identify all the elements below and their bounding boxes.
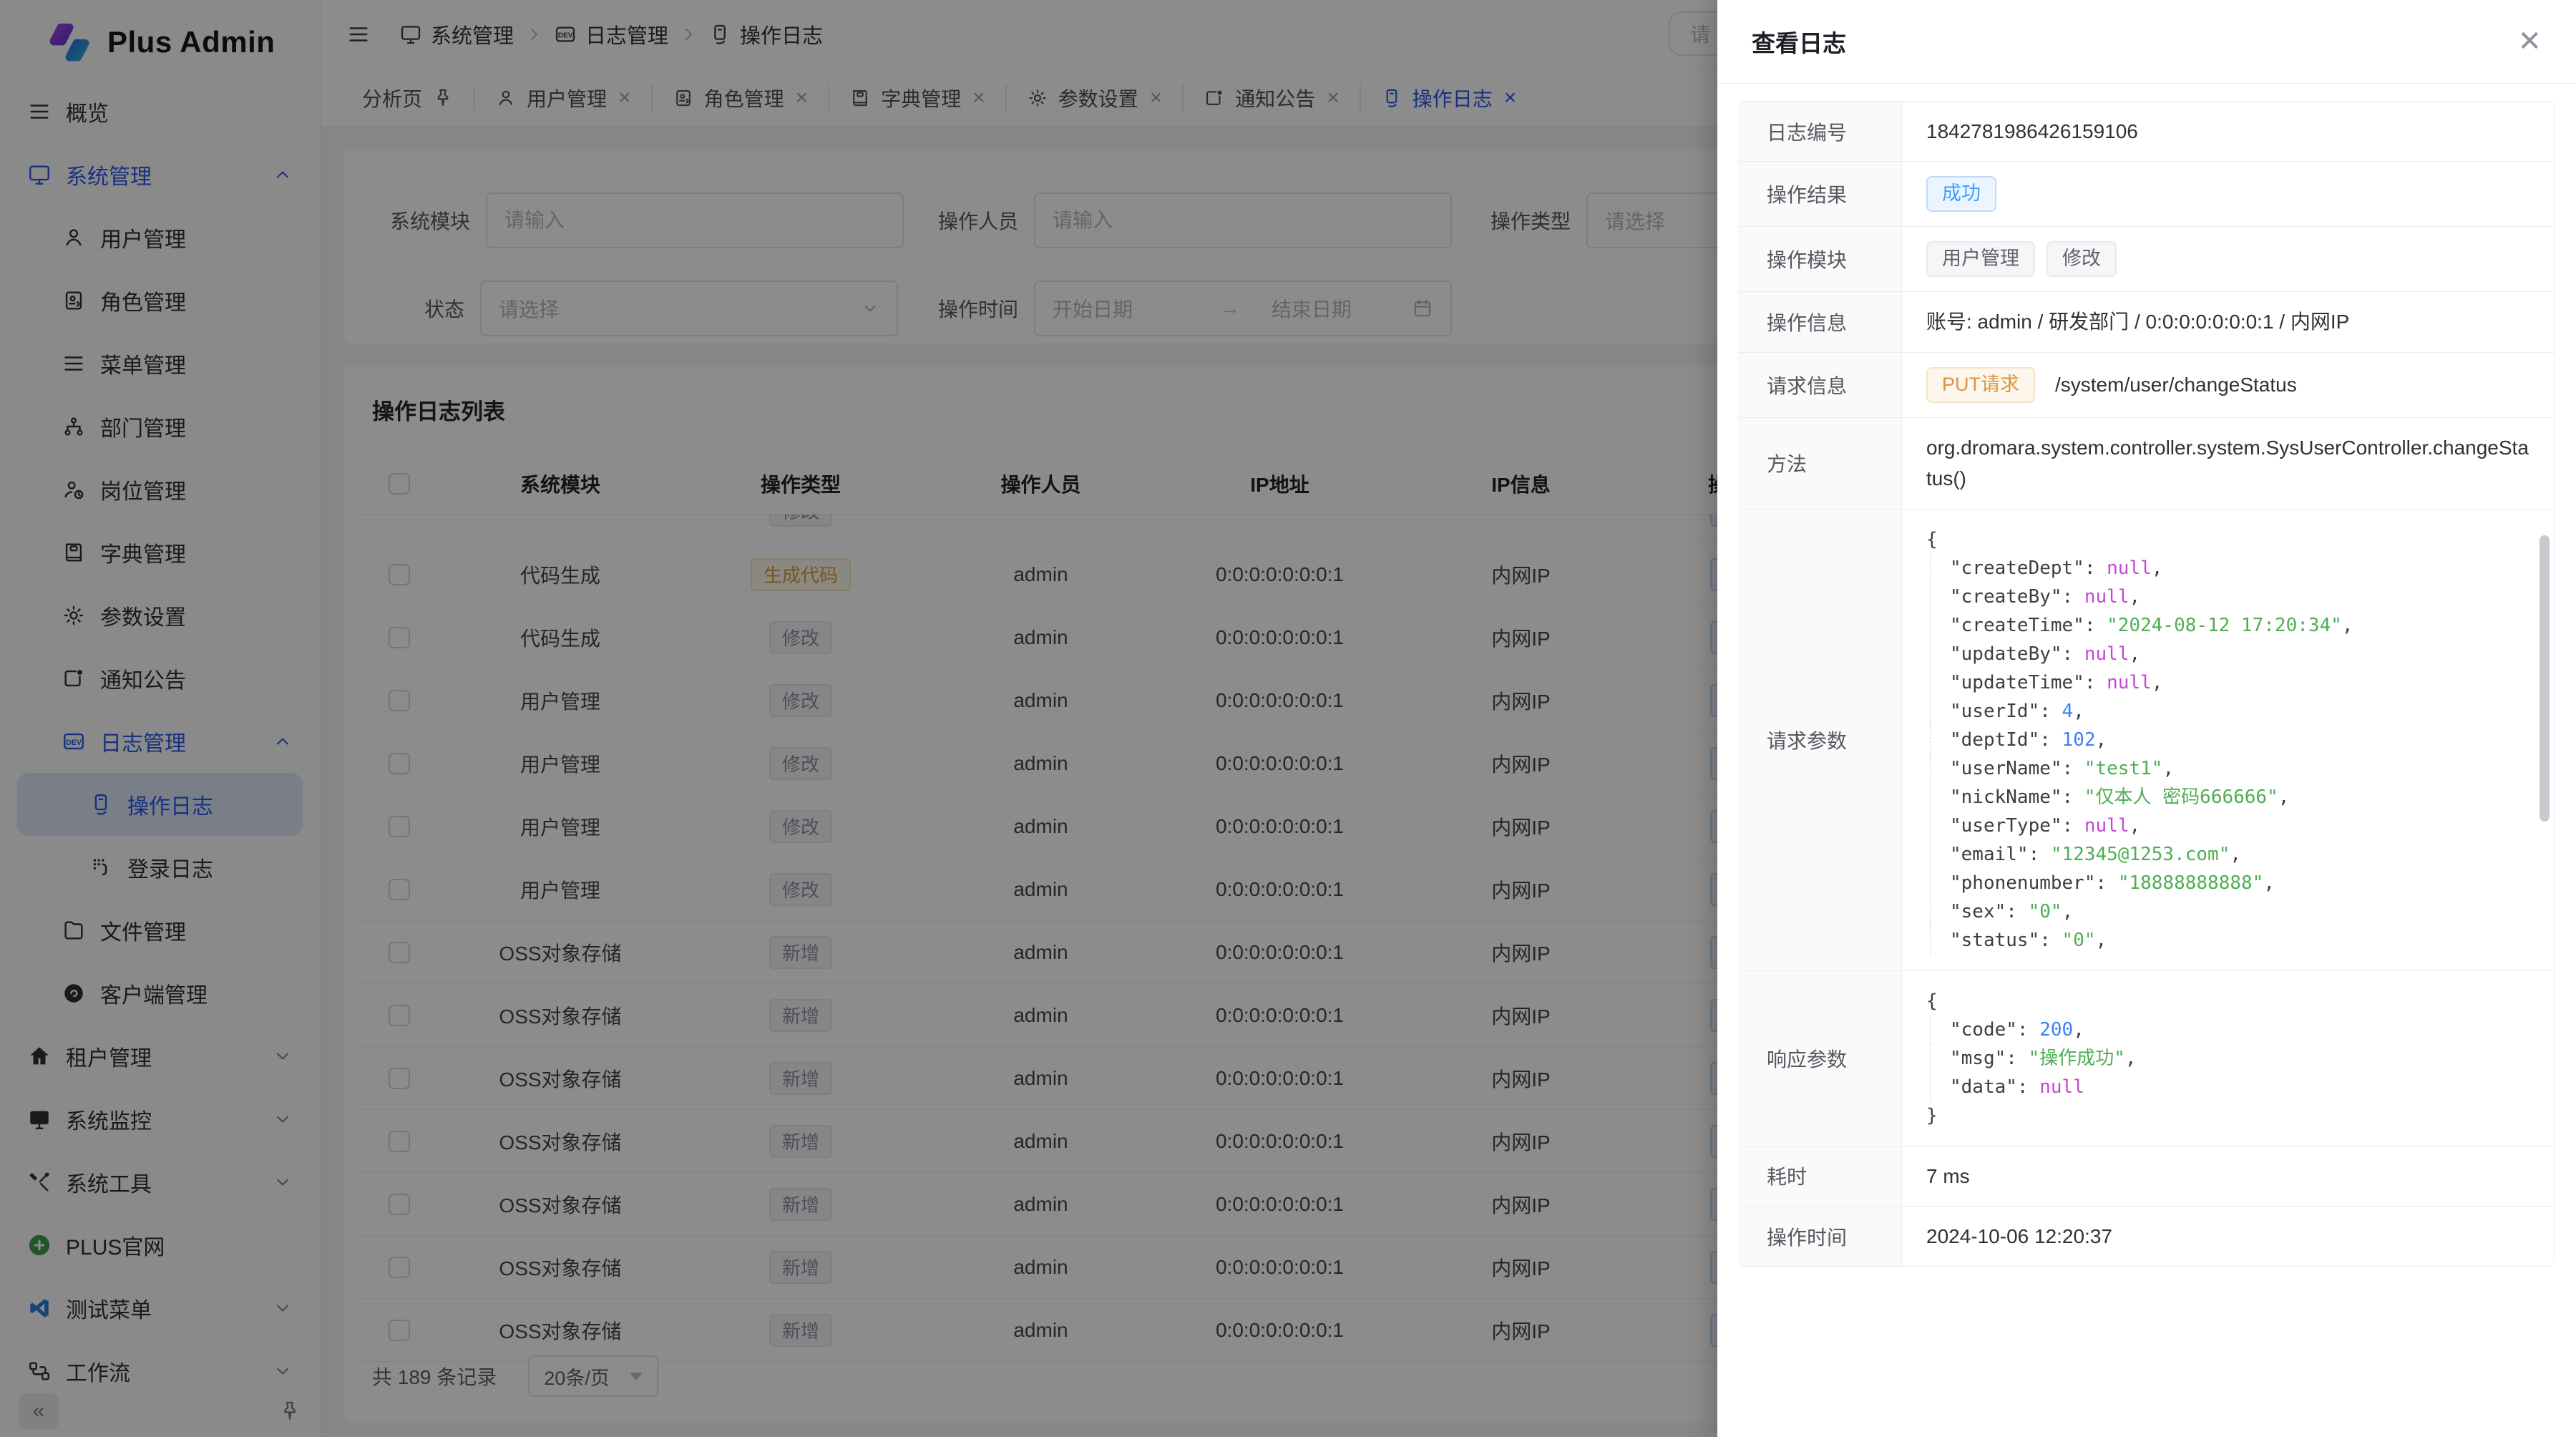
drawer-body: 日志编号1842781986426159106操作结果成功操作模块用户管理修改操… (1717, 84, 2576, 1267)
code-line: { (1926, 987, 2529, 1015)
code-line: "nickName": "仅本人 密码666666", (1930, 783, 2529, 812)
code-line: "updateBy": null, (1930, 640, 2529, 668)
detail-row-操作结果: 操作结果成功 (1740, 161, 2554, 226)
drawer-title: 查看日志 (1752, 24, 1846, 59)
json-code-block: {"createDept": null,"createBy": null,"cr… (1926, 525, 2529, 955)
code-line: "email": "12345@1253.com", (1930, 840, 2529, 869)
code-line: "phonenumber": "18888888888", (1930, 869, 2529, 897)
detail-label: 响应参数 (1740, 971, 1902, 1146)
detail-row-请求信息: 请求信息PUT请求/system/user/changeStatus (1740, 352, 2554, 417)
code-line: "createBy": null, (1930, 583, 2529, 611)
detail-label: 日志编号 (1740, 102, 1902, 161)
code-line: } (1926, 1101, 2529, 1130)
app-root: Plus Admin 概览系统管理用户管理角色管理菜单管理部门管理岗位管理字典管… (0, 0, 2576, 1437)
close-icon[interactable]: ✕ (2517, 27, 2542, 56)
code-line: "createDept": null, (1930, 554, 2529, 583)
request-url: /system/user/changeStatus (2055, 369, 2297, 400)
code-line: "status": "0", (1930, 926, 2529, 955)
detail-text: 账号: admin / 研发部门 / 0:0:0:0:0:0:0:1 / 内网I… (1926, 306, 2349, 337)
modal-overlay[interactable] (0, 0, 1717, 1437)
code-line: "updateTime": null, (1930, 668, 2529, 697)
detail-label: 耗时 (1740, 1146, 1902, 1206)
detail-value: 2024-10-06 12:20:37 (1902, 1207, 2554, 1266)
module-tag: 用户管理 (1926, 241, 2035, 277)
code-line: "userName": "test1", (1930, 754, 2529, 783)
detail-text: org.dromara.system.controller.system.Sys… (1926, 432, 2529, 495)
detail-row-日志编号: 日志编号 1842781986426159106 (1740, 102, 2554, 161)
code-line: "deptId": 102, (1930, 726, 2529, 754)
code-line: "userType": null, (1930, 812, 2529, 840)
detail-value: org.dromara.system.controller.system.Sys… (1902, 418, 2554, 509)
detail-label: 操作信息 (1740, 292, 1902, 351)
code-line: { (1926, 525, 2529, 554)
detail-row-请求参数: 请求参数{"createDept": null,"createBy": null… (1740, 509, 2554, 970)
detail-value: {"code": 200,"msg": "操作成功","data": null} (1902, 971, 2554, 1146)
detail-label: 操作结果 (1740, 162, 1902, 226)
detail-row-操作信息: 操作信息账号: admin / 研发部门 / 0:0:0:0:0:0:0:1 /… (1740, 291, 2554, 351)
log-detail-drawer: 查看日志 ✕ 日志编号1842781986426159106操作结果成功操作模块… (1717, 0, 2576, 1437)
detail-label: 操作时间 (1740, 1207, 1902, 1266)
json-code-block: {"code": 200,"msg": "操作成功","data": null} (1926, 987, 2529, 1130)
detail-label: 请求信息 (1740, 353, 1902, 417)
detail-label: 请求参数 (1740, 510, 1902, 970)
detail-text: 2024-10-06 12:20:37 (1926, 1221, 2112, 1252)
detail-row-操作时间: 操作时间 2024-10-06 12:20:37 (1740, 1206, 2554, 1266)
status-tag: 成功 (1926, 176, 1996, 212)
detail-value: PUT请求/system/user/changeStatus (1902, 353, 2554, 417)
detail-value: {"createDept": null,"createBy": null,"cr… (1902, 510, 2554, 970)
detail-row-方法: 方法 org.dromara.system.controller.system.S… (1740, 417, 2554, 509)
request-method-tag: PUT请求 (1926, 367, 2035, 403)
code-line: "createTime": "2024-08-12 17:20:34", (1930, 611, 2529, 640)
detail-value: 7 ms (1902, 1146, 2554, 1206)
drawer-header: 查看日志 ✕ (1717, 0, 2576, 84)
detail-value: 账号: admin / 研发部门 / 0:0:0:0:0:0:0:1 / 内网I… (1902, 292, 2554, 351)
detail-text: 7 ms (1926, 1161, 1970, 1192)
scrollbar-thumb[interactable] (2540, 535, 2550, 822)
module-tag: 修改 (2046, 241, 2117, 277)
tag-group: 用户管理修改 (1926, 241, 2117, 277)
detail-value: 成功 (1902, 162, 2554, 226)
detail-label: 操作模块 (1740, 227, 1902, 291)
code-line: "code": 200, (1930, 1015, 2529, 1044)
code-line: "userId": 4, (1930, 697, 2529, 726)
detail-value: 用户管理修改 (1902, 227, 2554, 291)
code-line: "sex": "0", (1930, 897, 2529, 926)
detail-value: 1842781986426159106 (1902, 102, 2554, 161)
detail-label: 方法 (1740, 418, 1902, 509)
code-line: "data": null (1930, 1073, 2529, 1101)
detail-text: 1842781986426159106 (1926, 116, 2138, 147)
detail-row-耗时: 耗时 7 ms (1740, 1146, 2554, 1206)
log-detail-table: 日志编号1842781986426159106操作结果成功操作模块用户管理修改操… (1739, 101, 2555, 1267)
detail-row-响应参数: 响应参数{"code": 200,"msg": "操作成功","data": n… (1740, 970, 2554, 1146)
detail-row-操作模块: 操作模块用户管理修改 (1740, 226, 2554, 291)
code-line: "msg": "操作成功", (1930, 1044, 2529, 1073)
